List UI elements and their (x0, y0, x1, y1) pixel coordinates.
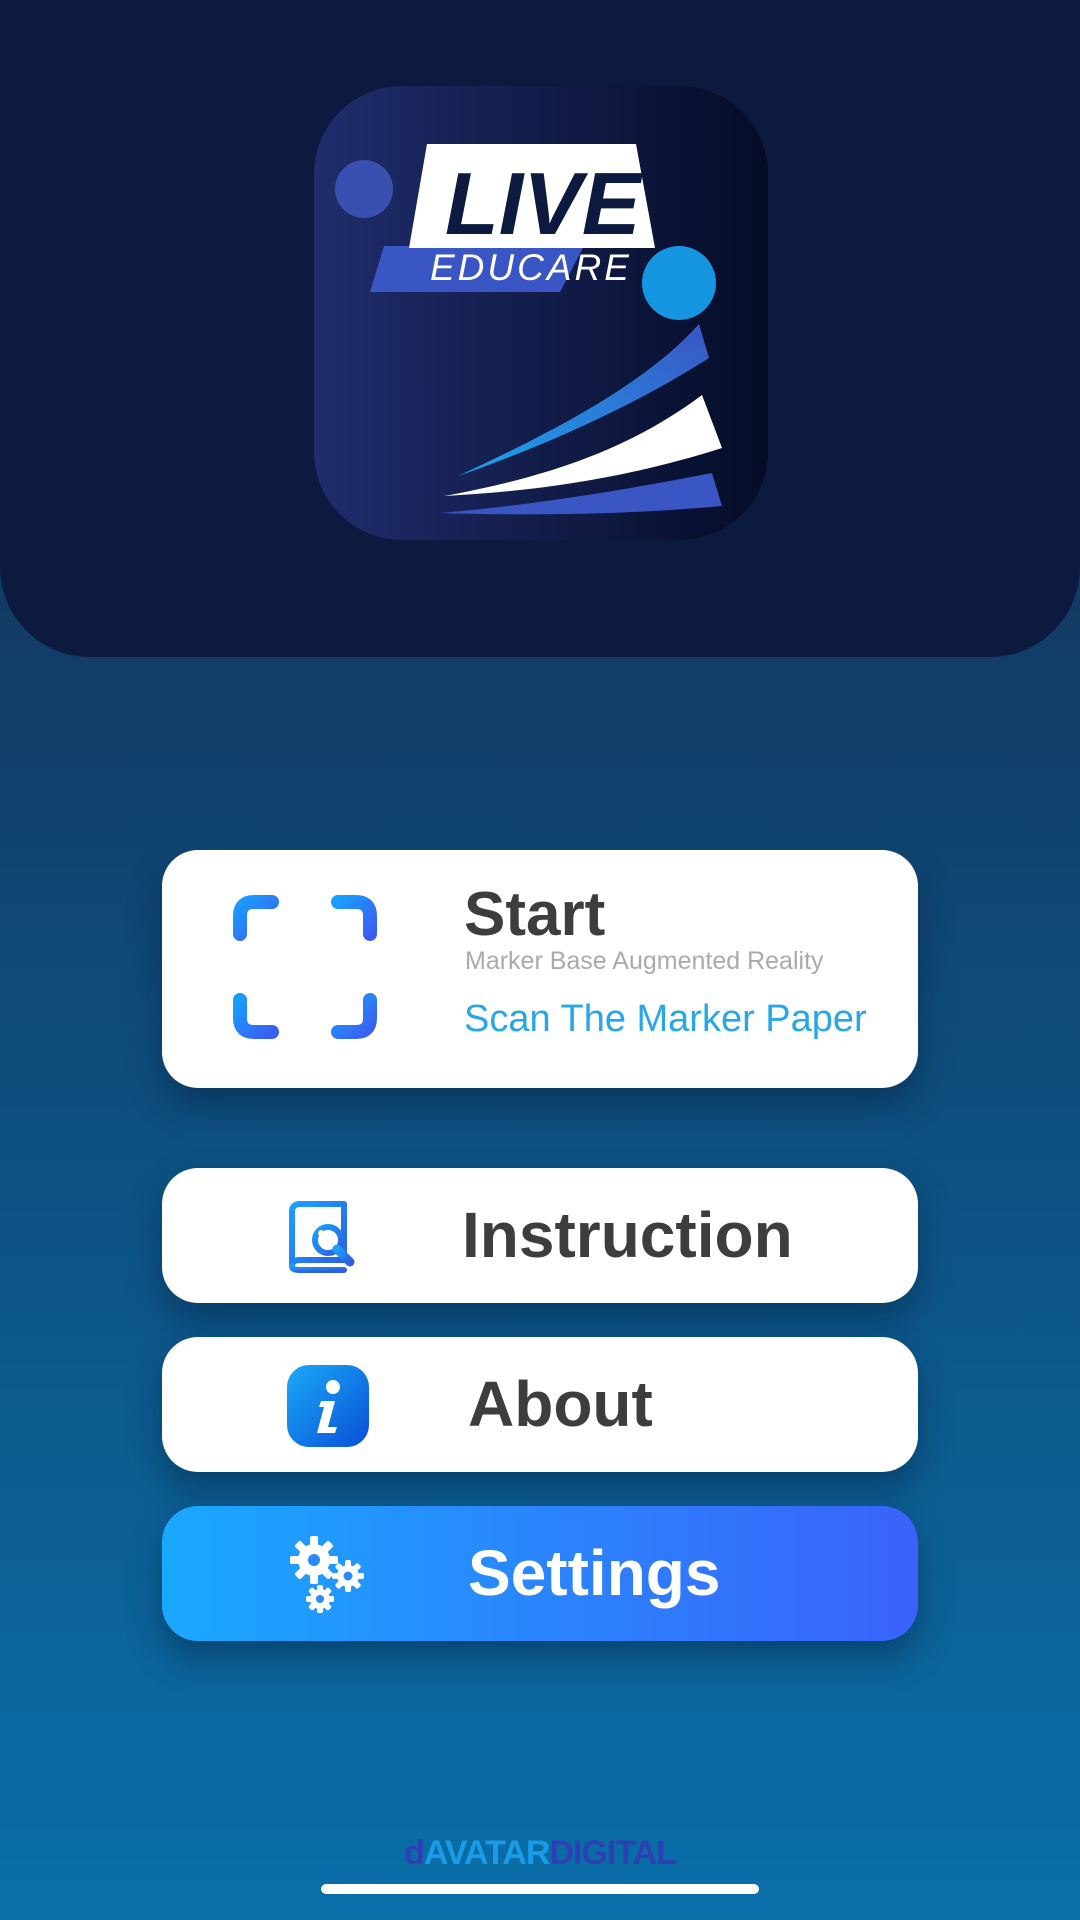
book-wrench-icon (289, 1201, 355, 1273)
logo-word-educare: EDUCARE (430, 247, 632, 288)
start-title: Start (464, 880, 606, 949)
start-button[interactable]: Start Marker Base Augmented Reality Scan… (162, 850, 918, 1088)
brand-logo: dAVATARDIGITAL (0, 1836, 1080, 1870)
app-logo: LIVE EDUCARE (314, 86, 768, 540)
settings-button[interactable]: Settings (162, 1506, 918, 1641)
instruction-button[interactable]: Instruction (162, 1168, 918, 1303)
info-icon (287, 1365, 369, 1447)
brand-word-digital: DIGITAL (549, 1834, 676, 1872)
brand-word-avatar: AVATAR (423, 1834, 551, 1872)
start-hint: Scan The Marker Paper (464, 998, 867, 1040)
app-header: LIVE EDUCARE (0, 0, 1080, 657)
about-label: About (468, 1368, 653, 1440)
start-subtitle: Marker Base Augmented Reality (465, 947, 824, 975)
gears-icon (290, 1536, 364, 1613)
brand-mark: d (404, 1834, 425, 1872)
scan-icon (233, 895, 377, 1039)
home-indicator[interactable] (321, 1884, 759, 1894)
about-button[interactable]: About (162, 1337, 918, 1472)
instruction-label: Instruction (462, 1199, 793, 1271)
settings-label: Settings (468, 1537, 721, 1609)
logo-word-live: LIVE (445, 154, 643, 253)
